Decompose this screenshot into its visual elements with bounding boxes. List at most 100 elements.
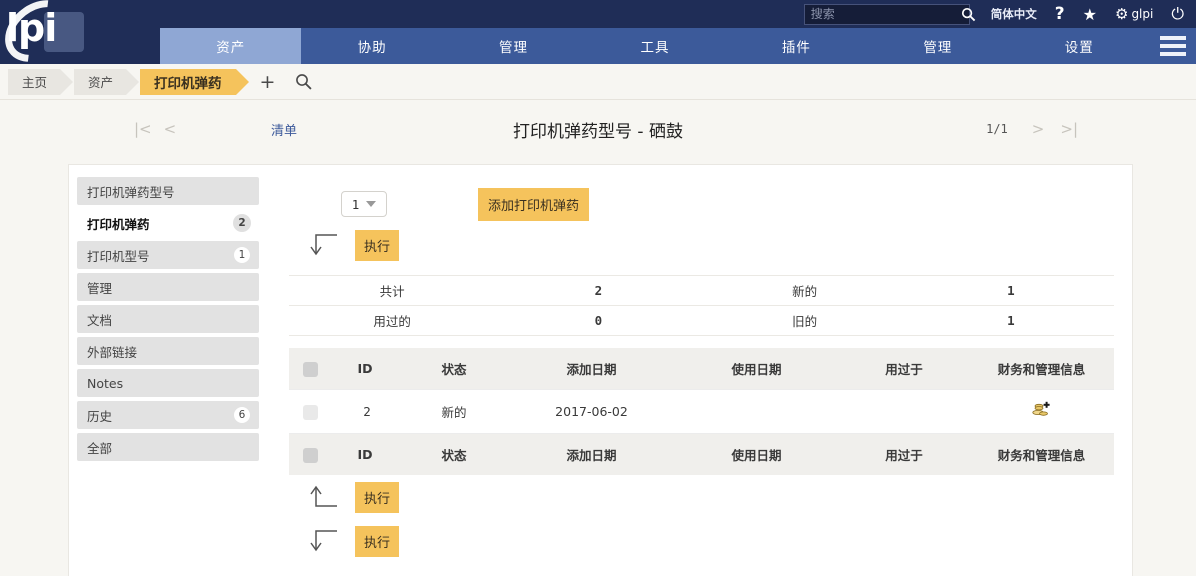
sidebar-item-label: 打印机型号 xyxy=(87,248,150,264)
sidebar-item-notes[interactable]: Notes xyxy=(77,369,259,397)
breadcrumb-item-home[interactable]: 主页 xyxy=(8,68,74,95)
cartridge-stats-table: 共计 2 新的 1 用过的 0 旧的 1 xyxy=(289,275,1114,336)
search-icon[interactable] xyxy=(295,73,313,90)
nav-item-assets[interactable]: 资产 xyxy=(160,28,302,64)
stats-value-total: 2 xyxy=(594,283,603,298)
breadcrumb-item-current[interactable]: 打印机弹药 xyxy=(140,68,248,95)
footer-header-id[interactable]: ID xyxy=(331,434,399,476)
footer-header-add-date[interactable]: 添加日期 xyxy=(509,434,674,476)
search-icon[interactable] xyxy=(961,7,976,22)
column-header-used-on[interactable]: 用过于 xyxy=(839,348,969,390)
table-row[interactable]: 2 新的 2017-06-02 xyxy=(289,389,1114,434)
sidebar-item-label: Notes xyxy=(87,375,124,391)
toolbar-add-row: 1 添加打印机弹药 xyxy=(289,185,1114,223)
help-icon[interactable]: ? xyxy=(1055,4,1065,24)
select-all-header[interactable] xyxy=(289,348,331,390)
stats-label-old: 旧的 xyxy=(792,314,818,329)
language-selector[interactable]: 简体中文 xyxy=(991,6,1037,22)
nav-item-plugins[interactable]: 插件 xyxy=(726,28,867,64)
column-header-financial[interactable]: 财务和管理信息 xyxy=(969,348,1114,390)
sidebar-item-documents[interactable]: 文档 xyxy=(77,305,259,333)
sidebar-item-label: 管理 xyxy=(87,280,113,296)
page-counter: 1/1 xyxy=(986,122,1008,136)
add-icon[interactable]: + xyxy=(260,71,276,93)
cell-use-date xyxy=(674,390,839,434)
nav-item-setup[interactable]: 设置 xyxy=(1009,28,1150,64)
sidebar-item-cartridge-model[interactable]: 打印机弹药型号 xyxy=(77,177,259,205)
select-all-checkbox-footer[interactable] xyxy=(302,447,318,463)
stats-value-old: 1 xyxy=(1007,313,1015,328)
cell-add-date: 2017-06-02 xyxy=(555,404,628,419)
pagination-next-group: 1/1 > >| xyxy=(986,120,1084,138)
add-cartridge-button[interactable]: 添加打印机弹药 xyxy=(478,187,590,221)
execute-button-up[interactable]: 执行 xyxy=(355,481,400,513)
bulk-action-row-down: 执行 xyxy=(289,519,1114,563)
burger-bar xyxy=(1159,44,1186,48)
stats-value-used: 0 xyxy=(594,313,603,328)
burger-bar xyxy=(1159,36,1186,40)
global-search-box[interactable] xyxy=(803,3,976,25)
column-header-use-date[interactable]: 使用日期 xyxy=(674,348,839,390)
select-all-checkbox[interactable] xyxy=(302,361,318,377)
glpi-logo[interactable]: lpi xyxy=(0,0,160,64)
burger-bar xyxy=(1159,52,1186,56)
logo-text: lpi xyxy=(6,6,57,50)
sidebar-item-all[interactable]: 全部 xyxy=(77,433,259,461)
footer-header-financial[interactable]: 财务和管理信息 xyxy=(969,434,1114,476)
main-navigation: 资产 协助 管理 工具 插件 管理 设置 xyxy=(0,28,1196,64)
add-money-icon[interactable] xyxy=(1031,401,1052,422)
column-header-state[interactable]: 状态 xyxy=(399,348,509,390)
select-all-footer[interactable] xyxy=(289,434,331,476)
nav-item-tools[interactable]: 工具 xyxy=(584,28,725,64)
item-sidebar-menu: 打印机弹药型号 打印机弹药 2 打印机型号 1 管理 文档 外部链接 Notes… xyxy=(69,165,267,576)
sidebar-item-label: 外部链接 xyxy=(87,344,138,360)
row-select-cell[interactable] xyxy=(289,390,331,434)
stats-row: 共计 2 新的 1 xyxy=(289,275,1114,306)
bulk-action-row-up: 执行 xyxy=(289,475,1114,519)
breadcrumb-item-assets[interactable]: 资产 xyxy=(74,68,140,95)
hamburger-menu-icon[interactable] xyxy=(1150,28,1196,64)
sidebar-item-history[interactable]: 历史 6 xyxy=(77,401,259,429)
stats-value-new: 1 xyxy=(1007,283,1015,298)
footer-header-state[interactable]: 状态 xyxy=(399,434,509,476)
row-checkbox[interactable] xyxy=(302,404,318,420)
footer-header-used-on[interactable]: 用过于 xyxy=(839,434,969,476)
top-header-bar: lpi 简体中文 ? ★ ⚙ glpi ⏻ xyxy=(0,0,1196,64)
cell-used-on xyxy=(839,390,969,434)
favorites-star-icon[interactable]: ★ xyxy=(1083,5,1097,24)
stats-label-total: 共计 xyxy=(379,284,405,299)
table-header-row: ID 状态 添加日期 使用日期 用过于 财务和管理信息 xyxy=(289,348,1114,390)
next-page-icon[interactable]: > xyxy=(1026,120,1051,138)
user-name-label: glpi xyxy=(1131,7,1154,21)
user-menu[interactable]: ⚙ glpi xyxy=(1115,5,1153,23)
arrow-down-icon xyxy=(307,528,341,554)
stats-label-used: 用过的 xyxy=(373,314,411,329)
sidebar-item-badge: 1 xyxy=(233,246,251,264)
nav-item-administration[interactable]: 管理 xyxy=(867,28,1008,64)
sidebar-item-label: 全部 xyxy=(87,440,113,456)
cell-state: 新的 xyxy=(441,405,467,420)
execute-button-down[interactable]: 执行 xyxy=(355,525,400,557)
sidebar-item-cartridges[interactable]: 打印机弹药 2 xyxy=(77,209,259,237)
stats-row: 用过的 0 旧的 1 xyxy=(289,305,1114,336)
column-header-add-date[interactable]: 添加日期 xyxy=(509,348,674,390)
logout-power-icon[interactable]: ⏻ xyxy=(1171,4,1184,24)
sidebar-item-printer-model[interactable]: 打印机型号 1 xyxy=(77,241,259,269)
search-input[interactable] xyxy=(804,7,961,21)
table-footer-row: ID 状态 添加日期 使用日期 用过于 财务和管理信息 xyxy=(289,433,1114,476)
execute-button-top[interactable]: 执行 xyxy=(355,229,400,261)
cell-financial[interactable] xyxy=(969,390,1114,434)
nav-item-management[interactable]: 管理 xyxy=(443,28,584,64)
gear-icon: ⚙ xyxy=(1114,5,1129,23)
sidebar-item-external-links[interactable]: 外部链接 xyxy=(77,337,259,365)
sidebar-item-management[interactable]: 管理 xyxy=(77,273,259,301)
nav-item-assistance[interactable]: 协助 xyxy=(301,28,442,64)
arrow-down-icon xyxy=(307,232,341,258)
footer-header-use-date[interactable]: 使用日期 xyxy=(674,434,839,476)
last-page-icon[interactable]: >| xyxy=(1054,120,1084,138)
column-header-id[interactable]: ID xyxy=(331,348,399,390)
sidebar-item-badge: 2 xyxy=(233,214,251,232)
quantity-select[interactable]: 1 xyxy=(341,191,387,217)
cartridge-table: ID 状态 添加日期 使用日期 用过于 财务和管理信息 2 新的 2017-06… xyxy=(289,348,1114,475)
breadcrumb: 主页 资产 打印机弹药 + xyxy=(0,64,1196,100)
